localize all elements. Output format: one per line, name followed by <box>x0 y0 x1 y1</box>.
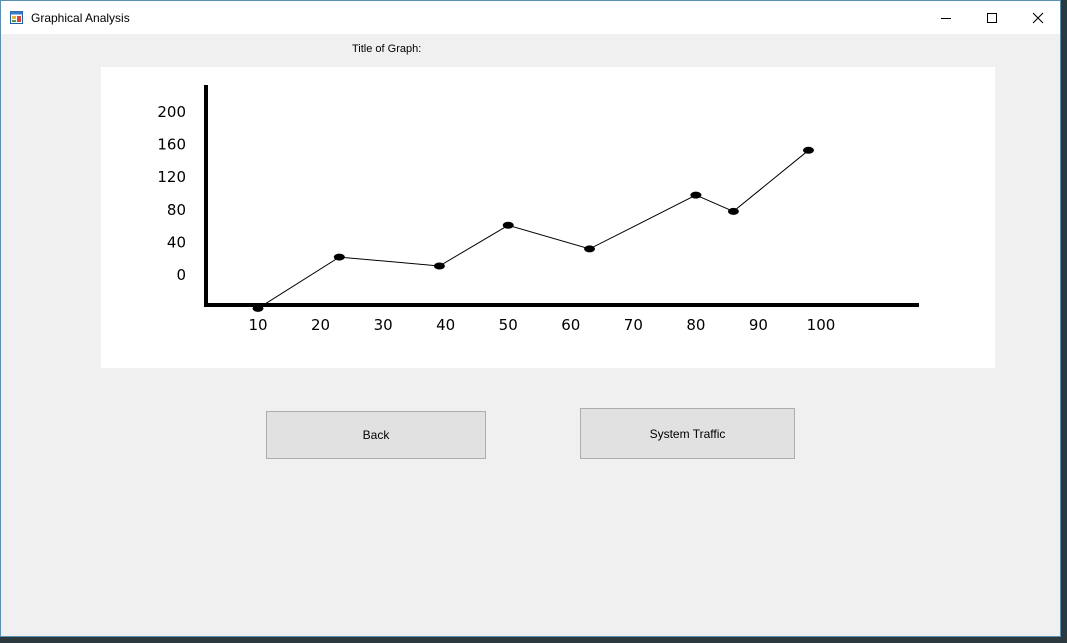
data-point <box>433 262 445 270</box>
application-window: Graphical Analysis Title of Graph: 200 16… <box>0 0 1061 637</box>
back-button[interactable]: Back <box>266 411 486 459</box>
y-tick-labels: 200 160 120 80 40 0 <box>157 103 186 284</box>
line-chart: 200 160 120 80 40 0 10 20 30 40 50 60 70 80 90 100 <box>157 85 919 334</box>
y-tick-label: 40 <box>167 233 186 251</box>
data-point <box>333 253 345 261</box>
title-bar[interactable]: Graphical Analysis <box>1 1 1060 34</box>
data-point <box>252 304 264 312</box>
maximize-button[interactable] <box>969 1 1015 34</box>
x-tick-label: 70 <box>624 316 643 334</box>
x-tick-label: 40 <box>436 316 455 334</box>
system-traffic-button[interactable]: System Traffic <box>580 408 795 459</box>
x-tick-labels: 10 20 30 40 50 60 70 80 90 100 <box>248 316 835 334</box>
x-tick-label: 60 <box>561 316 580 334</box>
y-tick-label: 80 <box>167 201 186 219</box>
graph-title-label: Title of Graph: <box>352 43 422 55</box>
data-point <box>690 191 702 199</box>
data-point <box>502 221 514 229</box>
x-tick-label: 90 <box>749 316 768 334</box>
x-tick-label: 30 <box>374 316 393 334</box>
data-point <box>584 245 596 253</box>
y-tick-label: 160 <box>157 136 186 154</box>
series-line <box>257 149 809 309</box>
window-title: Graphical Analysis <box>31 11 130 25</box>
y-tick-label: 120 <box>157 168 186 186</box>
data-point <box>802 146 814 154</box>
x-tick-label: 50 <box>499 316 518 334</box>
y-tick-label: 200 <box>157 103 186 121</box>
series-layer <box>252 146 814 312</box>
back-button-label: Back <box>362 428 390 442</box>
close-button[interactable] <box>1015 1 1061 34</box>
system-traffic-button-label: System Traffic <box>649 426 726 441</box>
maximize-icon <box>987 12 997 23</box>
x-tick-label: 80 <box>686 316 705 334</box>
x-tick-label: 10 <box>248 316 267 334</box>
data-point <box>727 207 739 215</box>
minimize-icon <box>941 17 951 19</box>
close-icon <box>1032 12 1044 23</box>
x-tick-label: 20 <box>311 316 330 334</box>
chart-panel: 200 160 120 80 40 0 10 20 30 40 50 60 70 80 90 100 <box>101 67 995 368</box>
y-tick-label: 0 <box>176 266 186 284</box>
x-tick-label: 100 <box>807 316 836 334</box>
minimize-button[interactable] <box>923 1 969 34</box>
app-window-icon <box>10 11 23 24</box>
